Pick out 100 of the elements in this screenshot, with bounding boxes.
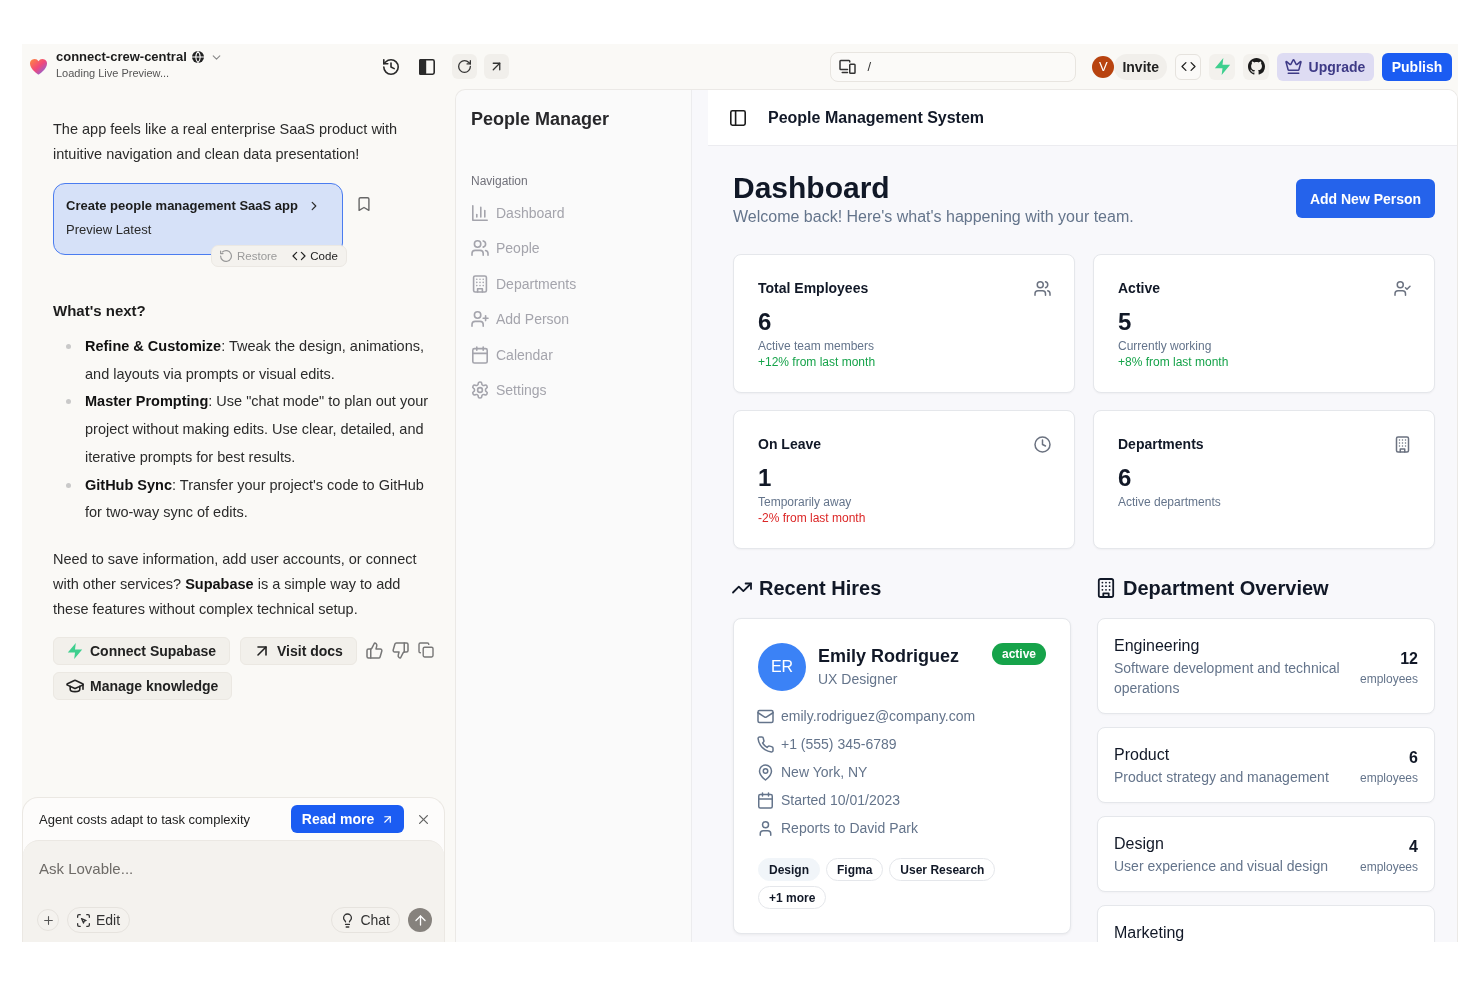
stat-value: 5 bbox=[1118, 307, 1133, 337]
section-heading: What's next? bbox=[53, 301, 147, 321]
employee-unit: employees bbox=[1359, 859, 1418, 875]
refresh-icon bbox=[458, 60, 471, 73]
users-icon bbox=[1035, 280, 1050, 296]
code-button[interactable] bbox=[1175, 53, 1201, 80]
arrow-up-right-icon bbox=[490, 60, 503, 73]
read-more-button[interactable]: Read more bbox=[291, 805, 404, 833]
stat-caption: Temporarily away bbox=[758, 494, 853, 510]
building-icon bbox=[1395, 436, 1410, 452]
person-detail: emily.rodriguez@company.com bbox=[781, 708, 976, 724]
sidebar-toggle-icon[interactable] bbox=[419, 58, 435, 75]
bullet-icon bbox=[66, 399, 71, 405]
history-icon[interactable] bbox=[383, 58, 399, 75]
action-button[interactable]: Connect Supabase bbox=[53, 636, 231, 665]
thumbs-up-icon[interactable] bbox=[366, 643, 382, 659]
restore-icon bbox=[220, 250, 232, 262]
bullet-text: Master Prompting: Use "chat mode" to plan out your project without making edits. Use clear, detailed, and iterative prompts for best results. bbox=[85, 392, 430, 467]
employee-count: 12 bbox=[1400, 649, 1418, 669]
app-title: People Management System bbox=[768, 108, 985, 127]
stat-value: 1 bbox=[758, 463, 773, 493]
department-name: Engineering bbox=[1114, 636, 1201, 656]
department-name: Design bbox=[1114, 834, 1165, 854]
phone-icon bbox=[758, 736, 773, 752]
send-button[interactable] bbox=[408, 908, 432, 932]
lightning-icon bbox=[1213, 58, 1231, 75]
invite-button[interactable]: Invite bbox=[1114, 53, 1167, 80]
preview-status: Loading Live Preview... bbox=[56, 66, 171, 80]
stat-change: +12% from last month bbox=[758, 354, 877, 370]
employee-count: 6 bbox=[1409, 748, 1418, 768]
add-person-button[interactable]: Add New Person bbox=[1296, 179, 1435, 218]
bullet-icon bbox=[66, 482, 71, 488]
bullet-icon bbox=[66, 344, 71, 349]
person-detail: Started 10/01/2023 bbox=[781, 792, 901, 808]
employee-unit: employees bbox=[1359, 770, 1418, 786]
user-avatar[interactable]: V bbox=[1092, 55, 1115, 78]
skill-tag: User Research bbox=[889, 858, 996, 881]
department-name: Marketing bbox=[1114, 923, 1186, 942]
copy-icon[interactable] bbox=[418, 643, 433, 658]
stat-change: +8% from last month bbox=[1118, 354, 1230, 370]
thumbs-down-icon[interactable] bbox=[392, 643, 408, 659]
department-name: Product bbox=[1114, 745, 1171, 765]
arrow-up-right-icon bbox=[382, 813, 394, 825]
skill-tag: +1 more bbox=[758, 886, 827, 909]
calendar-icon bbox=[758, 792, 773, 808]
calendar-icon bbox=[472, 346, 488, 363]
notice-text: Agent costs adapt to task complexity bbox=[39, 811, 250, 827]
code-icon bbox=[293, 250, 306, 262]
publish-button[interactable]: Publish bbox=[1382, 52, 1452, 81]
user-plus-icon bbox=[472, 311, 488, 328]
stat-caption: Active departments bbox=[1118, 494, 1222, 510]
chat-input-field[interactable]: Ask Lovable... bbox=[37, 856, 432, 880]
user-check-icon bbox=[1395, 280, 1410, 296]
stat-label: On Leave bbox=[758, 436, 822, 452]
user-icon bbox=[758, 820, 773, 836]
devices-icon bbox=[840, 59, 856, 74]
employee-count: 4 bbox=[1409, 837, 1418, 857]
page-title: Dashboard bbox=[733, 170, 891, 206]
section-title: Department Overview bbox=[1123, 576, 1329, 600]
person-detail: Reports to David Park bbox=[781, 820, 918, 836]
department-description: Product strategy and management bbox=[1114, 768, 1330, 787]
open-external-button[interactable] bbox=[484, 54, 509, 79]
close-icon[interactable] bbox=[417, 812, 430, 826]
sidebar-title: People Manager bbox=[471, 108, 611, 131]
stat-label: Total Employees bbox=[758, 280, 869, 296]
address-field[interactable]: / bbox=[830, 51, 1077, 82]
bar-chart-icon bbox=[472, 204, 488, 221]
skill-tag: Design bbox=[758, 858, 820, 881]
stat-value: 6 bbox=[1118, 463, 1133, 493]
action-button[interactable]: Visit docs bbox=[240, 636, 357, 665]
project-name[interactable]: connect-crew-central bbox=[56, 49, 187, 65]
person-role: UX Designer bbox=[818, 670, 899, 689]
department-description: Software development and technical operations bbox=[1114, 659, 1341, 698]
stat-change: -2% from last month bbox=[758, 510, 867, 526]
code-icon bbox=[1181, 60, 1195, 73]
mail-icon bbox=[758, 708, 773, 724]
bookmark-icon[interactable] bbox=[357, 197, 371, 211]
building-icon bbox=[1097, 579, 1115, 597]
upgrade-button[interactable]: Upgrade bbox=[1277, 52, 1374, 81]
stat-label: Active bbox=[1118, 280, 1161, 296]
page-subtitle: Welcome back! Here's what's happening with your team. bbox=[733, 207, 1134, 227]
clock-icon bbox=[1035, 436, 1050, 452]
bullet-text: Refine & Customize: Tweak the design, animations, and layouts via prompts or visual edits. bbox=[85, 337, 426, 384]
building-icon bbox=[472, 275, 488, 292]
crown-icon bbox=[1285, 59, 1301, 74]
refresh-button[interactable] bbox=[452, 54, 477, 79]
employee-unit: employees bbox=[1359, 671, 1418, 687]
version-title: Create people management SaaS app bbox=[66, 197, 298, 215]
heart-logo-icon[interactable] bbox=[30, 58, 47, 75]
lightbulb-icon bbox=[341, 913, 355, 927]
globe-icon bbox=[191, 51, 204, 63]
person-detail: New York, NY bbox=[781, 764, 868, 780]
sidebar-toggle-icon[interactable] bbox=[730, 109, 746, 126]
chat-message-text: The app feels like a real enterprise SaaS product with intuitive navigation and clean data presentation! bbox=[53, 120, 399, 164]
action-button[interactable]: Manage knowledge bbox=[53, 671, 233, 700]
plus-icon bbox=[42, 914, 54, 926]
department-description: User experience and visual design bbox=[1114, 857, 1329, 876]
map-pin-icon bbox=[758, 764, 773, 780]
cursor-select-icon bbox=[77, 913, 90, 927]
github-button[interactable] bbox=[1243, 53, 1269, 80]
